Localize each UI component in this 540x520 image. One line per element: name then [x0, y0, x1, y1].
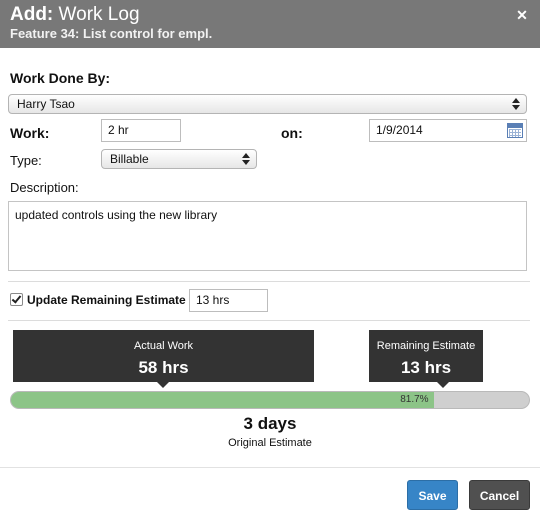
- description-label: Description:: [10, 180, 79, 195]
- description-textarea[interactable]: updated controls using the new library: [8, 201, 527, 271]
- update-remaining-label: Update Remaining Estimate: [27, 293, 186, 307]
- actual-work-value: 58 hrs: [138, 358, 189, 377]
- callout-pointer: [157, 382, 169, 388]
- date-input[interactable]: 1/9/2014: [369, 119, 527, 142]
- on-label: on:: [281, 125, 303, 141]
- original-estimate: 3 days Original Estimate: [0, 414, 540, 449]
- progress-fill: [11, 392, 435, 408]
- work-done-by-value: Harry Tsao: [17, 97, 75, 111]
- actual-work-callout: Actual Work 58 hrs: [13, 330, 314, 388]
- dialog-subtitle: Feature 34: List control for empl.: [10, 26, 213, 41]
- dialog-footer: [0, 467, 540, 520]
- work-label: Work:: [10, 125, 50, 141]
- type-value: Billable: [110, 152, 149, 166]
- divider: [8, 320, 530, 321]
- remaining-estimate-value: 13 hrs: [400, 358, 452, 377]
- save-button[interactable]: Save: [407, 480, 458, 510]
- chevron-updown-icon: [242, 152, 250, 166]
- original-estimate-value: 3 days: [243, 414, 297, 433]
- type-label: Type:: [10, 153, 42, 168]
- checkmark-icon: [11, 293, 22, 304]
- divider: [8, 281, 530, 282]
- close-icon[interactable]: ✕: [514, 7, 530, 23]
- update-remaining-checkbox[interactable]: [10, 293, 23, 306]
- calendar-icon[interactable]: [507, 123, 523, 138]
- cancel-button[interactable]: Cancel: [469, 480, 530, 510]
- callout-pointer: [437, 382, 449, 388]
- date-value: 1/9/2014: [376, 123, 423, 137]
- work-done-by-select[interactable]: Harry Tsao: [8, 94, 527, 114]
- chevron-updown-icon: [512, 97, 520, 111]
- dialog-title-prefix: Add:: [10, 4, 54, 25]
- work-done-by-label: Work Done By:: [10, 70, 111, 86]
- actual-work-title: Actual Work: [133, 340, 194, 352]
- work-hours-input[interactable]: 2 hr: [101, 119, 181, 142]
- original-estimate-label: Original Estimate: [228, 437, 312, 449]
- dialog-title: Add: Work Log: [10, 4, 140, 26]
- work-progress-bar: 81.7%: [10, 391, 530, 409]
- progress-percent: 81.7%: [400, 394, 429, 405]
- type-select[interactable]: Billable: [101, 149, 257, 169]
- remaining-estimate-input[interactable]: 13 hrs: [189, 289, 268, 312]
- remaining-estimate-callout: Remaining Estimate 13 hrs: [369, 330, 483, 388]
- remaining-estimate-title: Remaining Estimate: [376, 340, 476, 352]
- dialog-header: Add: Work Log Feature 34: List control f…: [0, 0, 540, 48]
- dialog-title-text: Work Log: [58, 4, 140, 25]
